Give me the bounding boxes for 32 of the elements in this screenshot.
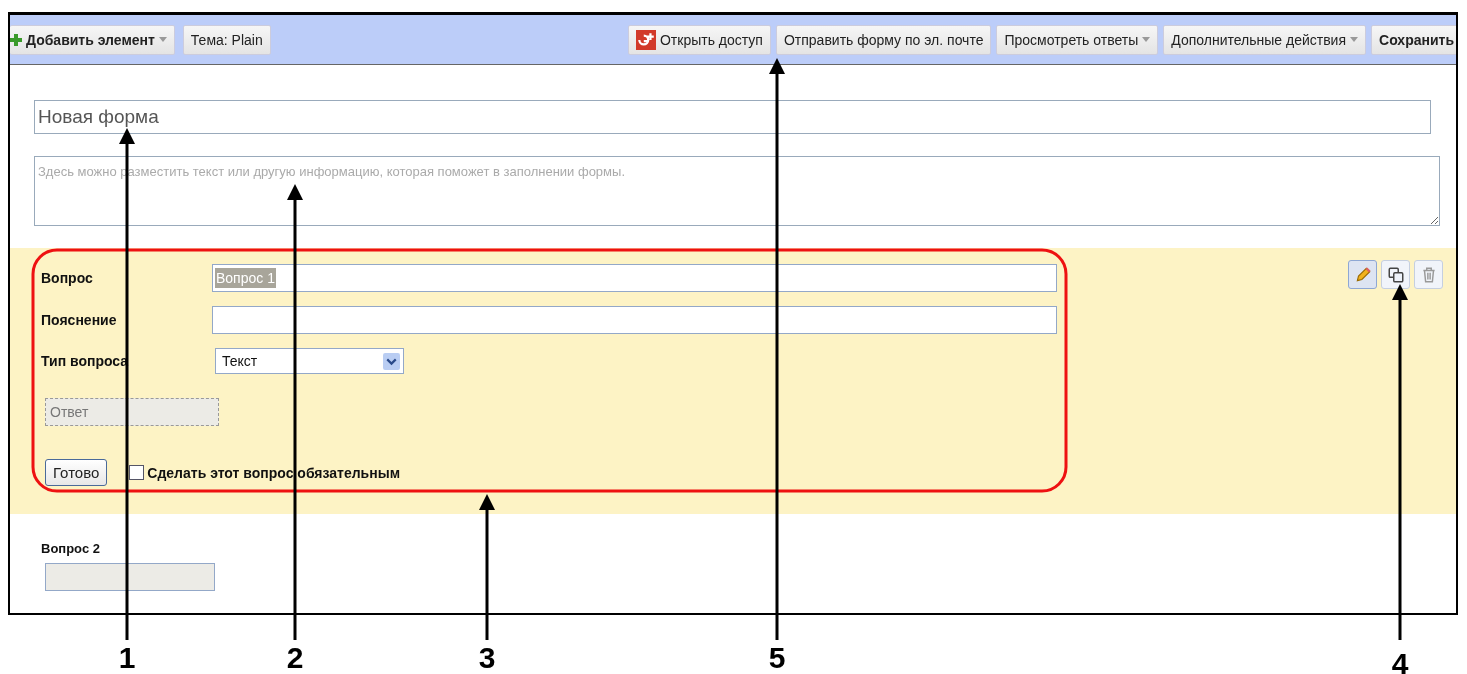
toolbar-button[interactable]: Тема: Plain (182, 24, 271, 55)
toolbar-button[interactable]: Просмотреть ответы (996, 24, 1159, 55)
callout-number: 4 (1391, 647, 1409, 674)
caret-icon (158, 37, 167, 42)
answer-preview-field: Ответ (45, 398, 219, 426)
toolbar-button[interactable]: Отправить форму по эл. почте (775, 24, 992, 55)
pencil-icon (1353, 265, 1372, 284)
field-label: Вопрос (41, 270, 94, 286)
copy-icon (1386, 265, 1405, 284)
checkbox-label: Сделать этот вопрос обязательным (147, 464, 400, 481)
callout-number: 1 (118, 641, 136, 674)
field-label: Тип вопроса (41, 353, 130, 369)
question-title: Вопрос 2 (41, 541, 101, 556)
callout-number: 2 (286, 641, 304, 674)
form-title-field[interactable]: Новая форма (34, 100, 1431, 134)
done-button[interactable]: Готово (45, 459, 108, 486)
help-text-field[interactable] (212, 306, 1057, 334)
question-type-dropdown[interactable]: Текст (215, 348, 404, 374)
caret-icon (1350, 37, 1359, 42)
duplicate-button[interactable] (1381, 260, 1410, 289)
caret-icon (1142, 37, 1151, 42)
toolbar-button[interactable]: Дополнительные действия (1163, 24, 1367, 55)
callout-number: 3 (478, 641, 496, 674)
field-label: Пояснение (41, 312, 118, 328)
chevron-icon (383, 352, 400, 370)
toolbar-button[interactable]: Сохранить (1371, 24, 1456, 55)
gplus-icon (635, 29, 656, 50)
callout-number: 5 (768, 641, 786, 674)
toolbar-button[interactable]: Добавить элемент (10, 24, 175, 55)
plus-icon (10, 33, 22, 46)
toolbar-button[interactable]: Открыть доступ (627, 24, 771, 55)
checkbox[interactable] (129, 465, 145, 480)
